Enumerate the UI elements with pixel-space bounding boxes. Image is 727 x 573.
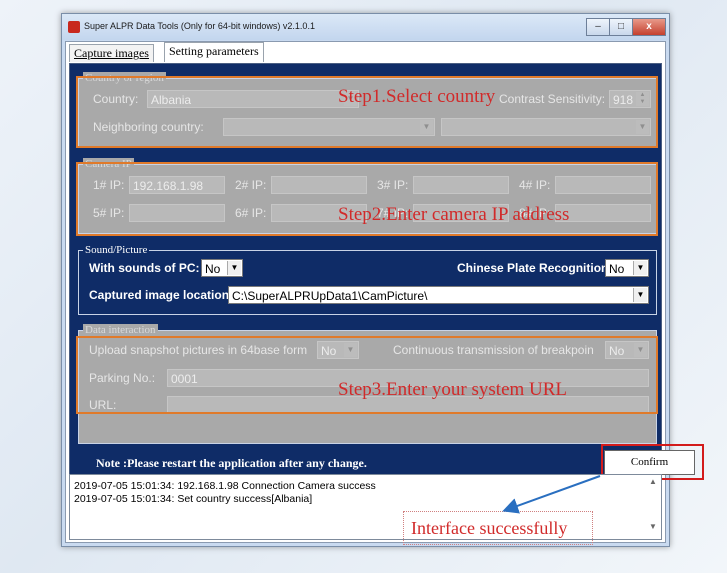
step3-highlight (76, 336, 658, 414)
title-bar[interactable]: Super ALPR Data Tools (Only for 64-bit w… (62, 14, 669, 40)
close-button[interactable]: x (632, 18, 666, 36)
step1-annotation: Step1.Select country (338, 86, 496, 107)
sound-picture-legend: Sound/Picture (83, 244, 150, 256)
log-line: 2019-07-05 15:01:34: 192.168.1.98 Connec… (74, 480, 376, 492)
sounds-select[interactable]: No ▼ (201, 259, 243, 277)
image-location-select[interactable]: C:\SuperALPRUpData1\CamPicture\ ▼ (228, 286, 649, 304)
interface-annotation: Interface successfully (411, 518, 568, 538)
maximize-button[interactable]: □ (609, 18, 633, 36)
tab-setting-parameters[interactable]: Setting parameters (164, 42, 264, 62)
log-line: 2019-07-05 15:01:34: Set country success… (74, 493, 313, 505)
restart-note: Note :Please restart the application aft… (96, 456, 367, 470)
sounds-value: No (205, 262, 221, 276)
image-location-value: C:\SuperALPRUpData1\CamPicture\ (232, 289, 428, 303)
chinese-plate-label: Chinese Plate Recognition (457, 261, 609, 275)
chevron-down-icon[interactable]: ▼ (633, 288, 647, 302)
chevron-down-icon[interactable]: ▼ (633, 261, 647, 275)
image-location-label: Captured image location (89, 288, 230, 302)
log-scrollbar[interactable]: ▲ ▼ (647, 477, 659, 535)
chinese-plate-select[interactable]: No ▼ (605, 259, 649, 277)
window-title: Super ALPR Data Tools (Only for 64-bit w… (84, 21, 315, 31)
step3-annotation: Step3.Enter your system URL (338, 379, 568, 400)
settings-panel: Country or region Country: Albania ▼ Con… (69, 63, 662, 475)
chevron-down-icon[interactable]: ▼ (227, 261, 241, 275)
app-icon (68, 21, 80, 33)
chinese-plate-value: No (609, 262, 625, 276)
interface-callout: Interface successfully (403, 511, 593, 545)
log-output[interactable]: 2019-07-05 15:01:34: 192.168.1.98 Connec… (69, 474, 662, 545)
sound-picture-group: Sound/Picture With sounds of PC: No ▼ Ch… (78, 244, 657, 315)
sounds-label: With sounds of PC: (89, 261, 200, 275)
tab-capture-images[interactable]: Capture images (69, 44, 154, 62)
minimize-button[interactable]: – (586, 18, 610, 36)
step2-annotation: Step2.Enter camera IP address (338, 204, 570, 225)
data-interaction-legend: Data interaction (83, 324, 158, 336)
client-area: Capture images Setting parameters Countr… (65, 41, 704, 545)
app-window: Super ALPR Data Tools (Only for 64-bit w… (61, 13, 704, 547)
